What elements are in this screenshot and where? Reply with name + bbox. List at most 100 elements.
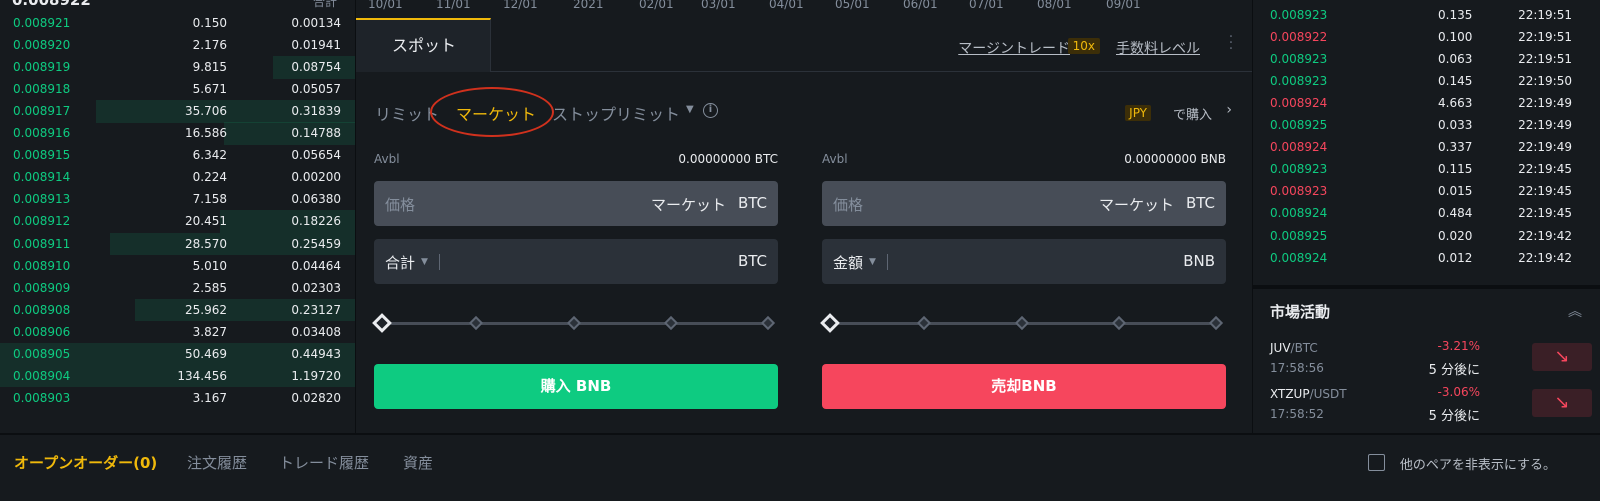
tab-order-history[interactable]: 注文履歴	[187, 452, 247, 473]
order-amount: 5.010	[192, 258, 227, 273]
chevron-down-icon[interactable]: ▼	[869, 257, 876, 267]
slider-node-100[interactable]	[1208, 315, 1224, 331]
trade-price: 0.008924	[1270, 140, 1328, 155]
tab-spot[interactable]: スポット	[356, 18, 491, 72]
trade-amount: 0.484	[1438, 206, 1473, 221]
order-book-row[interactable]: 0.008908 25.962 0.23127	[0, 298, 355, 322]
market-trades: 0.008923 0.135 22:19:51 0.008922 0.100 22:19:…	[1253, 0, 1600, 285]
trade-row: 0.008924 0.484 22:19:45	[1253, 202, 1600, 224]
chevron-right-icon[interactable]: ›	[1226, 102, 1232, 118]
slider-handle[interactable]	[372, 313, 392, 333]
order-type-stop-limit[interactable]: ストップリミット	[552, 101, 680, 125]
more-options-icon[interactable]: · · ·	[1228, 30, 1234, 56]
trade-time: 22:19:45	[1518, 162, 1572, 177]
sell-available-row: Avbl 0.00000000 BNB	[822, 150, 1226, 170]
trade-row: 0.008922 0.100 22:19:51	[1253, 26, 1600, 48]
order-book-row[interactable]: 0.008920 2.176 0.01941	[0, 34, 355, 57]
order-price: 0.008911	[13, 236, 71, 251]
order-total: 0.31839	[291, 104, 341, 119]
activity-when: 5 分後に	[1428, 363, 1480, 378]
buy-total-field[interactable]: 合計 ▼ BTC	[374, 239, 778, 284]
order-book-row[interactable]: 0.008910 5.010 0.04464	[0, 255, 355, 278]
tab-assets[interactable]: 資産	[403, 452, 433, 473]
amount-selector[interactable]: 金額	[833, 252, 863, 273]
order-type-market[interactable]: マーケット	[456, 101, 536, 125]
price-label: 価格	[385, 196, 416, 214]
order-book-row[interactable]: 0.008914 0.224 0.00200	[0, 166, 355, 189]
tab-trade-history[interactable]: トレード履歴	[279, 452, 369, 473]
hide-other-pairs-label[interactable]: 他のペアを非表示にする。	[1400, 454, 1556, 473]
margin-trade-link[interactable]: マージントレード	[958, 38, 1070, 58]
order-book-row[interactable]: 0.008918 5.671 0.05057	[0, 78, 355, 101]
jpy-badge[interactable]: JPY	[1125, 105, 1151, 121]
info-icon[interactable]: i	[703, 103, 718, 118]
slider-handle[interactable]	[820, 313, 840, 333]
order-book-row[interactable]: 0.008919 9.815 0.08754	[0, 56, 355, 79]
market-activity-item[interactable]: JUV/BTC 17:58:56 -3.21% 5 分後に ↘	[1253, 339, 1600, 387]
order-total: 0.14788	[291, 126, 341, 141]
order-book-row[interactable]: 0.008906 3.827 0.03408	[0, 321, 355, 344]
trade-price: 0.008925	[1270, 118, 1328, 133]
order-amount: 2.585	[192, 280, 227, 295]
trade-amount: 0.337	[1438, 140, 1473, 155]
order-book-row[interactable]: 0.008917 35.706 0.31839	[0, 100, 355, 123]
order-amount: 50.469	[185, 346, 227, 361]
order-book-row[interactable]: 0.008913 7.158 0.06380	[0, 188, 355, 211]
axis-tick-label: 06/01	[903, 0, 938, 11]
order-amount: 0.224	[192, 170, 227, 185]
trade-row: 0.008925 0.020 22:19:42	[1253, 225, 1600, 247]
buy-percent-slider[interactable]	[372, 312, 778, 334]
buy-with-jpy-link[interactable]: で購入	[1173, 104, 1212, 123]
buy-bnb-button[interactable]: 購入 BNB	[374, 364, 778, 409]
trade-amount: 0.063	[1438, 52, 1473, 67]
slider-node-25[interactable]	[468, 315, 484, 331]
chevron-down-icon[interactable]: ▼	[421, 257, 428, 267]
slider-node-75[interactable]	[663, 315, 679, 331]
order-book-row[interactable]: 0.008916 16.586 0.14788	[0, 122, 355, 145]
slider-node-25[interactable]	[916, 315, 932, 331]
quote-asset: /USDT	[1309, 387, 1347, 401]
trade-time: 22:19:50	[1518, 74, 1572, 89]
order-total: 0.25459	[291, 236, 341, 251]
order-price: 0.008904	[13, 368, 71, 383]
order-amount: 9.815	[192, 60, 227, 75]
order-amount: 0.150	[192, 16, 227, 30]
total-selector[interactable]: 合計	[385, 252, 415, 273]
trade-amount: 0.135	[1438, 8, 1473, 22]
order-book-row[interactable]: 0.008904 134.456 1.19720	[0, 364, 355, 388]
market-activity-item[interactable]: XTZUP/USDT 17:58:52 -3.06% 5 分後に ↘	[1253, 385, 1600, 433]
trade-time: 22:19:45	[1518, 206, 1572, 221]
order-book-row[interactable]: 0.008903 3.167 0.02820	[0, 387, 355, 410]
order-book-row[interactable]: 0.008911 28.570 0.25459	[0, 232, 355, 255]
order-total: 1.19720	[291, 368, 341, 383]
order-total: 0.00200	[291, 170, 341, 185]
order-book-row[interactable]: 0.008912 20.451 0.18226	[0, 210, 355, 233]
sell-percent-slider[interactable]	[820, 312, 1226, 334]
trading-screen: 0.008922 合計 0.008921 0.150 0.00134 0.008920…	[0, 0, 1600, 501]
slider-node-75[interactable]	[1111, 315, 1127, 331]
market-activity: 市場活動 ︽ JUV/BTC 17:58:56 -3.21% 5 分後に ↘ XTZUP/…	[1253, 289, 1600, 433]
order-book-row[interactable]: 0.008921 0.150 0.00134	[0, 12, 355, 35]
chevron-down-icon[interactable]: ▼	[686, 104, 694, 115]
tab-open-orders[interactable]: オープンオーダー(0)	[14, 452, 157, 473]
sell-amount-field[interactable]: 金額 ▼ BNB	[822, 239, 1226, 284]
collapse-icon[interactable]: ︽	[1568, 301, 1582, 321]
sell-bnb-button[interactable]: 売却BNB	[822, 364, 1226, 409]
order-book-row[interactable]: 0.008905 50.469 0.44943	[0, 342, 355, 366]
hide-other-pairs-checkbox[interactable]	[1368, 454, 1385, 471]
order-book-row[interactable]: 0.008915 6.342 0.05654	[0, 144, 355, 167]
order-book-row[interactable]: 0.008909 2.585 0.02303	[0, 277, 355, 300]
trade-price: 0.008922	[1270, 30, 1328, 45]
order-total: 0.18226	[291, 214, 341, 229]
trade-row: 0.008923 0.135 22:19:51	[1253, 4, 1600, 26]
slider-node-50[interactable]	[566, 315, 582, 331]
trade-price: 0.008924	[1270, 250, 1328, 265]
trade-tab-bar: スポット マージントレード 10x 手数料レベル · · ·	[356, 18, 1252, 72]
order-amount: 7.158	[192, 192, 227, 207]
fee-level-link[interactable]: 手数料レベル	[1116, 38, 1200, 58]
slider-node-50[interactable]	[1014, 315, 1030, 331]
order-price: 0.008915	[13, 148, 71, 163]
order-amount: 28.570	[185, 236, 227, 251]
order-amount: 2.176	[192, 38, 227, 53]
slider-node-100[interactable]	[760, 315, 776, 331]
